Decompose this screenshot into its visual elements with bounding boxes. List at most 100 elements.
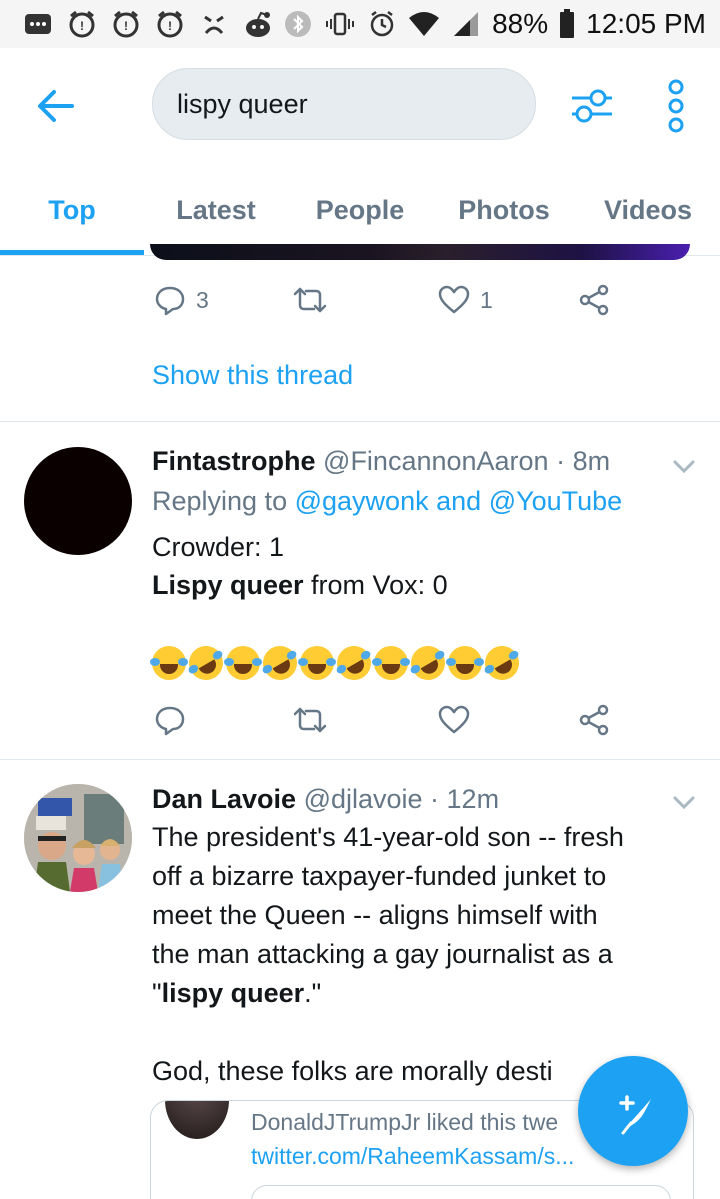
angry-face-icon — [198, 9, 230, 39]
back-button[interactable] — [30, 80, 82, 132]
like-button[interactable]: 1 — [438, 278, 493, 322]
mention-conjunction: and — [436, 486, 482, 516]
tweet-text-line: off a bizarre taxpayer-funded junket to — [152, 861, 607, 891]
reply-icon — [155, 706, 185, 736]
handle[interactable]: @djlavoie — [304, 784, 423, 814]
more-options-button[interactable] — [654, 76, 698, 136]
rolling-laughing-emoji — [256, 639, 304, 687]
search-input[interactable]: lispy queer — [152, 68, 536, 140]
mention-link[interactable]: @YouTube — [489, 486, 623, 516]
cell-signal-icon — [450, 9, 482, 39]
media-preview[interactable] — [150, 244, 690, 260]
card-context-text: DonaldJTrumpJr liked this twe — [251, 1109, 559, 1135]
tweet-text: from Vox: 0 — [303, 570, 448, 600]
arrow-left-icon — [38, 90, 74, 122]
vertical-dots-icon — [668, 79, 684, 133]
tweet-text-line: Lispy queer from Vox: 0 — [152, 570, 448, 601]
mention-link[interactable]: @gaywonk — [295, 486, 429, 516]
tweet-text-line: The president's 41-year-old son -- fresh — [152, 822, 624, 852]
tweet-actions: 3 1 — [150, 278, 650, 322]
chevron-down-icon[interactable] — [670, 452, 698, 480]
more-notifications-icon — [22, 9, 54, 39]
heart-icon — [438, 705, 470, 734]
share-button[interactable] — [578, 278, 610, 322]
battery-percent: 88% — [492, 8, 549, 39]
avatar[interactable] — [24, 447, 132, 555]
share-icon — [579, 704, 609, 736]
active-tab-indicator — [0, 250, 144, 255]
status-bar: ! ! ! 88% 12:05 PM — [0, 0, 720, 48]
tab-photos[interactable]: Photos — [432, 164, 576, 256]
search-query: lispy queer — [177, 88, 308, 119]
wifi-icon — [408, 9, 440, 39]
card-avatar — [165, 1101, 229, 1139]
replying-to: Replying to @gaywonk and @YouTube — [152, 486, 622, 517]
tears-of-joy-emoji — [446, 646, 484, 680]
tweet-actions — [150, 698, 650, 742]
retweet-button[interactable] — [292, 698, 328, 742]
like-button[interactable] — [438, 698, 470, 742]
reply-count: 3 — [196, 286, 209, 313]
reddit-icon — [242, 9, 274, 39]
tweet-fintastrophe[interactable]: Fintastrophe @FincannonAaron · 8m Replyi… — [0, 422, 720, 758]
reply-icon — [155, 286, 185, 316]
reply-button[interactable] — [154, 698, 186, 742]
compose-tweet-button[interactable] — [578, 1056, 688, 1166]
retweet-icon — [293, 287, 327, 313]
system-status: 88% 12:05 PM — [282, 6, 706, 42]
alarm-app-icon: ! — [110, 9, 142, 39]
replying-to-label: Replying to — [152, 486, 288, 516]
tears-of-joy-emoji — [372, 646, 410, 680]
chevron-down-icon[interactable] — [670, 788, 698, 816]
quote-open: " — [152, 978, 162, 1008]
card-link[interactable]: twitter.com/RaheemKassam/s... — [251, 1143, 574, 1170]
retweet-button[interactable] — [292, 278, 328, 322]
tweet-text-line: the man attacking a gay journalist as a — [152, 939, 613, 969]
tears-of-joy-emoji — [150, 646, 188, 680]
tab-top[interactable]: Top — [0, 164, 144, 256]
share-button[interactable] — [578, 698, 610, 742]
emoji-row — [150, 639, 526, 687]
show-thread-link[interactable]: Show this thread — [152, 360, 353, 391]
sliders-icon — [572, 89, 612, 123]
share-icon — [579, 284, 609, 316]
timestamp: · 8m — [556, 446, 611, 476]
svg-text:!: ! — [80, 19, 84, 33]
tweet-text-line: Crowder: 1 — [152, 532, 285, 562]
tears-of-joy-emoji — [298, 646, 336, 680]
avatar[interactable] — [24, 784, 132, 892]
retweet-icon — [293, 707, 327, 733]
tab-people[interactable]: People — [288, 164, 432, 256]
notification-icons: ! ! ! — [22, 8, 274, 40]
display-name[interactable]: Fintastrophe — [152, 446, 316, 476]
feather-plus-icon — [619, 1095, 651, 1135]
clock: 12:05 PM — [586, 8, 706, 39]
search-header: lispy queer — [0, 48, 720, 164]
avatar-photo — [24, 784, 132, 892]
svg-text:!: ! — [124, 19, 128, 33]
rolling-laughing-emoji — [330, 639, 378, 687]
alarm-app-icon: ! — [154, 9, 186, 39]
tab-videos[interactable]: Videos — [576, 164, 720, 256]
tab-latest[interactable]: Latest — [144, 164, 288, 256]
search-tabs: Top Latest People Photos Videos — [0, 164, 720, 256]
handle[interactable]: @FincannonAaron — [323, 446, 549, 476]
heart-icon — [438, 285, 470, 314]
tweet-header: Dan Lavoie @djlavoie · 12m — [152, 784, 499, 815]
alarm-clock-icon — [366, 9, 398, 39]
highlighted-term: Lispy queer — [152, 570, 304, 600]
reply-button[interactable]: 3 — [154, 278, 209, 322]
tears-of-joy-emoji — [224, 646, 262, 680]
like-count: 1 — [480, 286, 493, 313]
search-filters-button[interactable] — [566, 80, 618, 132]
svg-text:!: ! — [168, 19, 172, 33]
tweet-text-line: "lispy queer." — [152, 978, 321, 1009]
rolling-laughing-emoji — [478, 639, 526, 687]
tweet-text-line: meet the Queen -- aligns himself with — [152, 900, 598, 930]
alarm-app-icon: ! — [66, 9, 98, 39]
rolling-laughing-emoji — [182, 639, 230, 687]
display-name[interactable]: Dan Lavoie — [152, 784, 296, 814]
bluetooth-icon — [282, 9, 314, 39]
highlighted-term: lispy queer — [161, 978, 305, 1008]
vibrate-icon — [324, 9, 356, 39]
